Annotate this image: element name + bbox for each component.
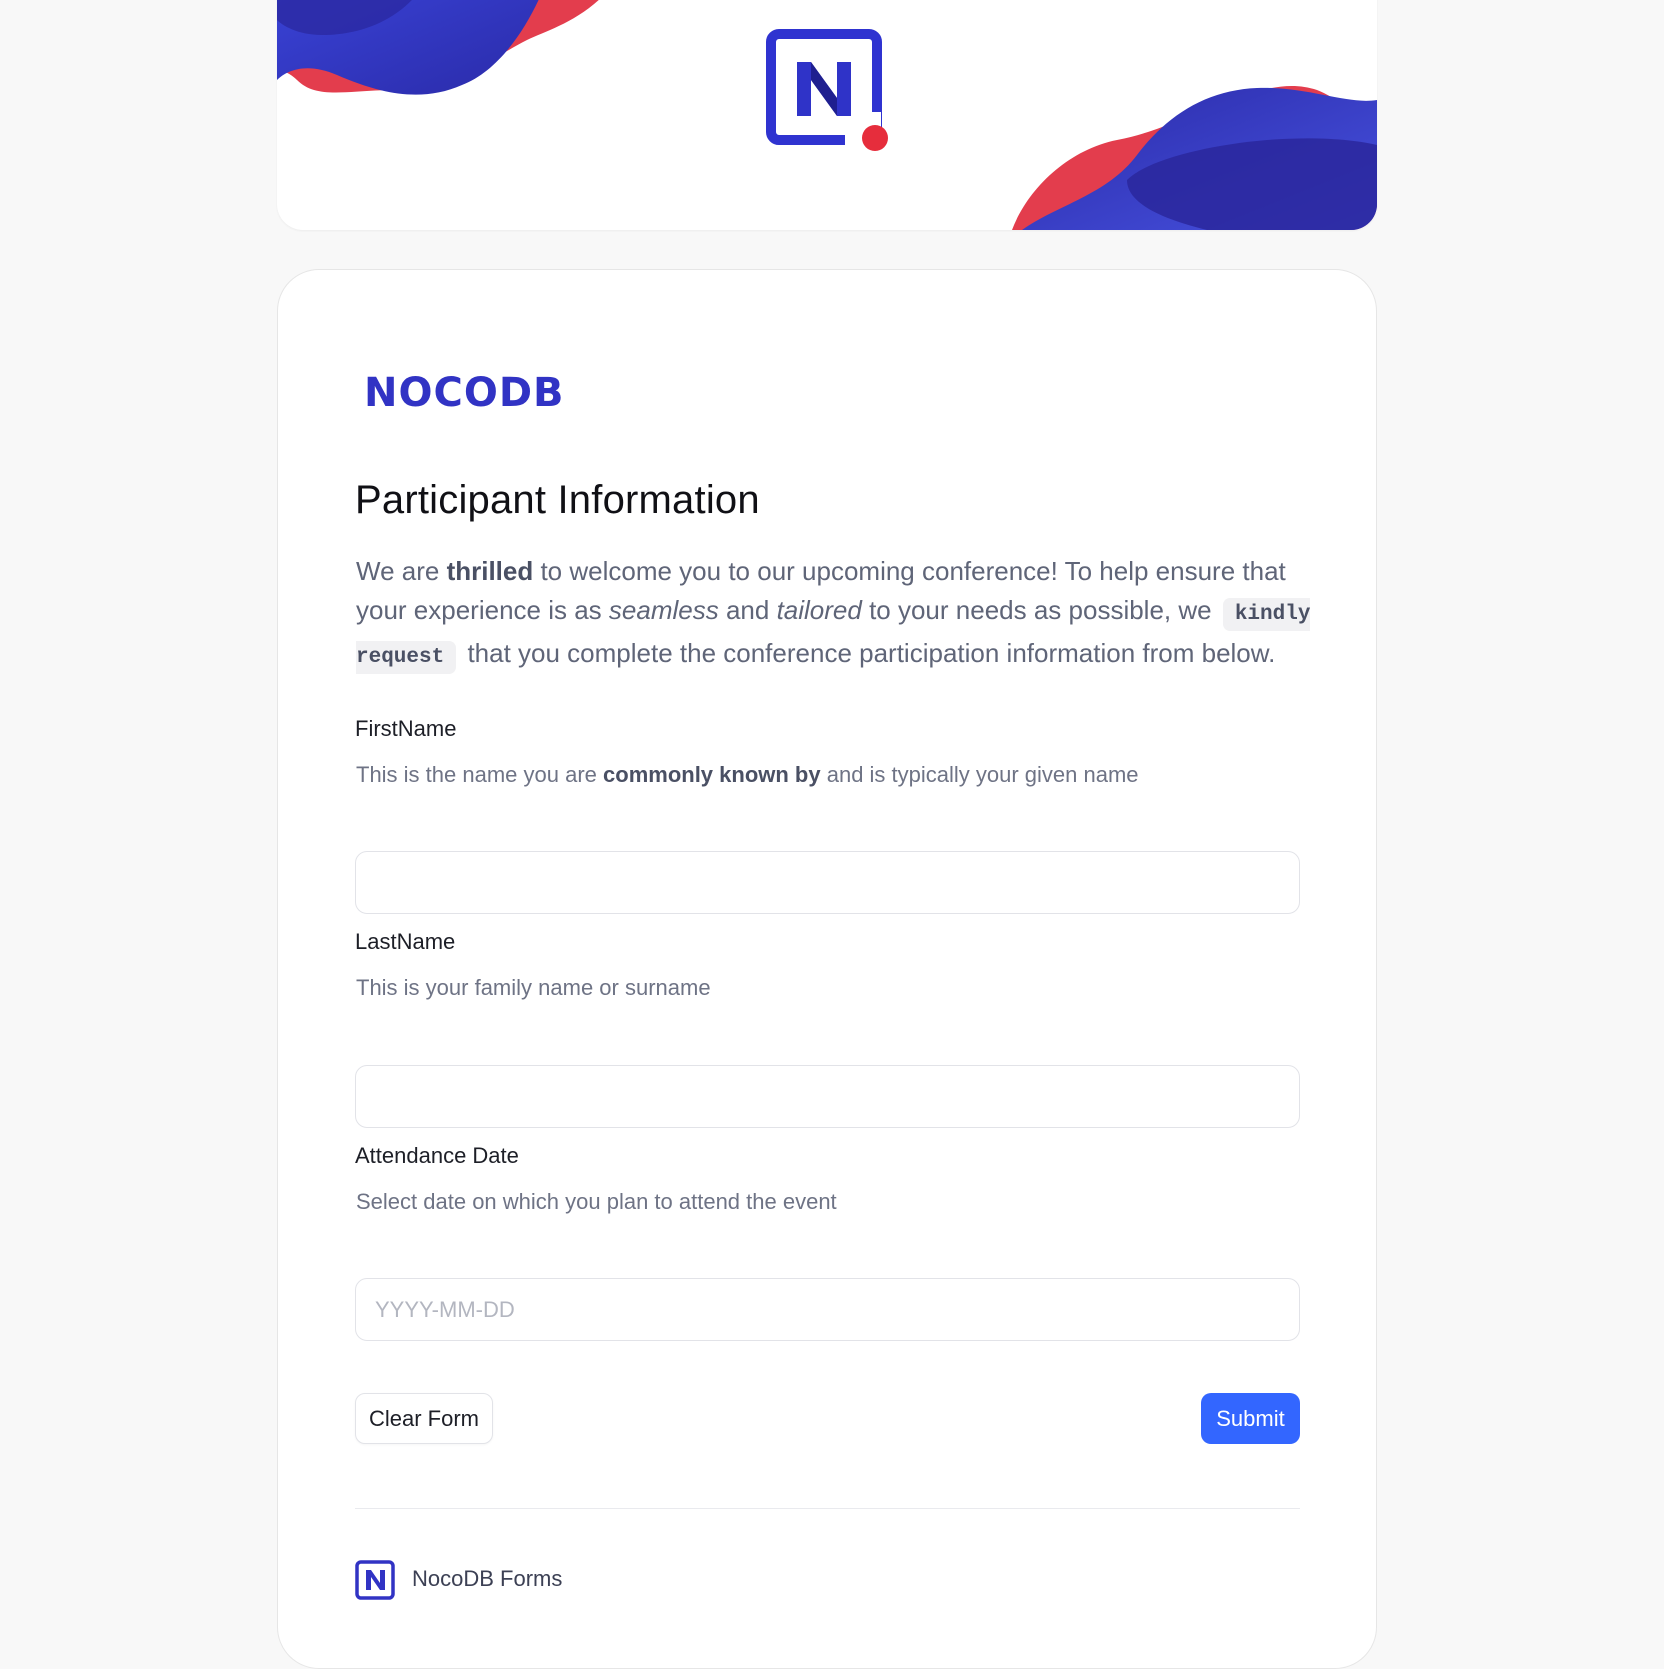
desc-text-4: to your needs as possible, we [861,595,1219,625]
lastname-help: This is your family name or surname [356,975,711,1000]
wordmark-text: NOCODB [364,373,564,411]
desc-bold-1: thrilled [446,556,534,586]
desc-italic-1: seamless [608,595,719,625]
firstname-help-text-2: and is typically your given name [820,762,1139,787]
firstname-input[interactable] [355,851,1300,914]
nocodb-small-logo-icon [355,1560,395,1600]
form-description: We are thrilled to welcome you to our up… [356,552,1316,677]
attendance-date-label: Attendance Date [355,1143,519,1168]
nocodb-wordmark: NOCODB [364,373,564,411]
firstname-help-text-1: This is the name you are [356,762,604,787]
desc-text-1: We are [356,556,447,586]
desc-text-3: and [718,595,777,625]
desc-italic-2: tailored [776,595,862,625]
attendance-date-input[interactable] [355,1278,1300,1341]
form-card: NOCODB Participant Information We are th… [277,269,1377,1669]
attendance-date-help: Select date on which you plan to attend … [356,1189,837,1214]
lastname-label: LastName [355,929,456,954]
clear-form-button[interactable]: Clear Form [355,1393,493,1444]
submit-button[interactable]: Submit [1201,1393,1300,1444]
header-banner [277,0,1377,230]
footer-divider [355,1508,1300,1509]
form-title: Participant Information [355,478,760,522]
firstname-help: This is the name you are commonly known … [356,762,1139,788]
firstname-help-bold: commonly known by [603,762,821,787]
footer-text: NocoDB Forms [412,1566,563,1591]
desc-text-5: that you complete the conference partici… [460,638,1276,668]
nocodb-logo-icon [766,29,888,151]
firstname-label: FirstName [355,716,457,741]
lastname-input[interactable] [355,1065,1300,1128]
